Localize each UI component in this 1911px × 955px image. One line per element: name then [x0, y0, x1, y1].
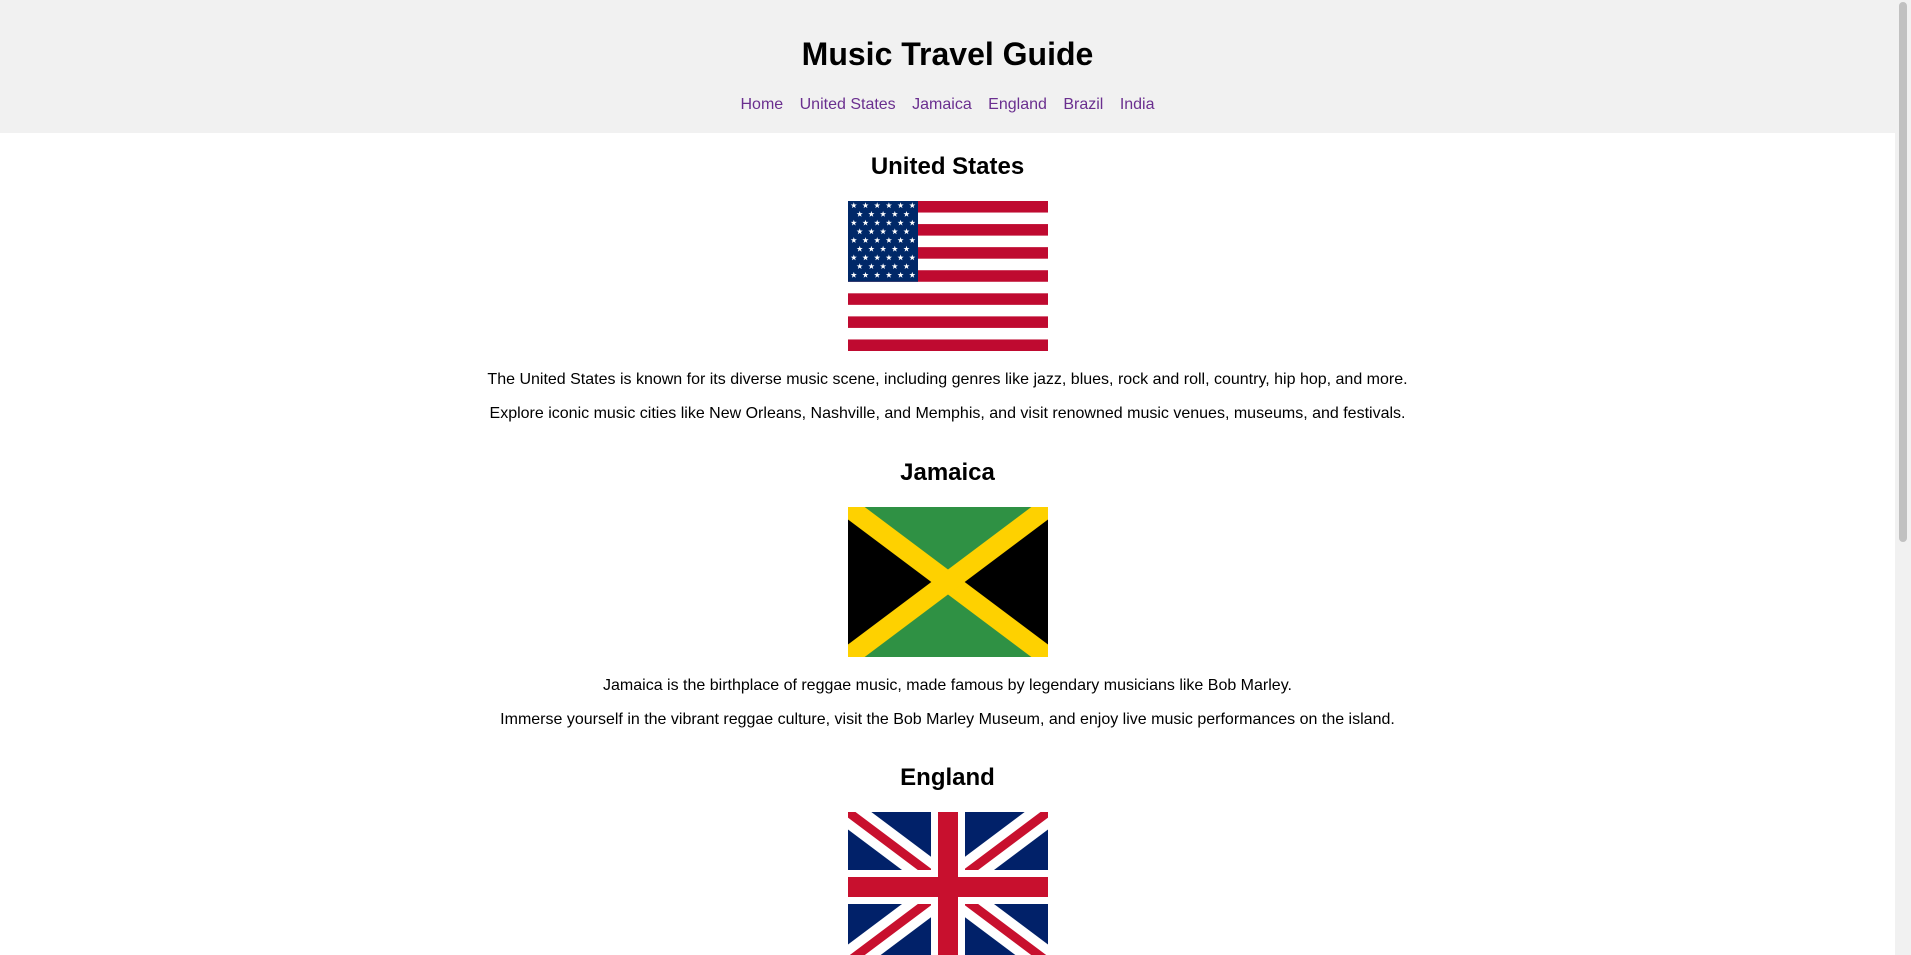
page: Music Travel Guide Home United States Ja… [0, 0, 1895, 955]
vertical-scrollbar[interactable] [1895, 0, 1911, 955]
page-title: Music Travel Guide [801, 36, 1094, 72]
scrollbar-thumb[interactable] [1899, 2, 1907, 542]
section-jamaica: Jamaica Jamaica is the birthplace of reg… [0, 458, 1895, 730]
nav-link-england[interactable]: England [988, 96, 1047, 113]
uk-flag-icon [847, 812, 1048, 955]
nav-link-united-states[interactable]: United States [800, 96, 896, 113]
section-heading: England [900, 764, 995, 791]
section-england: England [0, 763, 1895, 955]
us-flag-icon [847, 201, 1048, 351]
section-paragraph: Explore iconic music cities like New Orl… [489, 405, 1406, 422]
nav-link-brazil[interactable]: Brazil [1063, 96, 1103, 113]
nav-link-home[interactable]: Home [740, 96, 783, 113]
section-paragraph: Jamaica is the birthplace of reggae musi… [603, 677, 1292, 694]
main-nav: Home United States Jamaica England Brazi… [0, 95, 1895, 115]
nav-link-jamaica[interactable]: Jamaica [912, 96, 972, 113]
jamaica-flag-icon [847, 507, 1048, 657]
section-heading: Jamaica [900, 459, 995, 486]
section-heading: United States [870, 153, 1025, 180]
nav-link-india[interactable]: India [1120, 96, 1155, 113]
section-paragraph: Immerse yourself in the vibrant reggae c… [500, 711, 1395, 728]
section-paragraph: The United States is known for its diver… [487, 371, 1408, 388]
section-united-states: United States The United States is known… [0, 152, 1895, 424]
site-header: Music Travel Guide Home United States Ja… [0, 0, 1895, 133]
